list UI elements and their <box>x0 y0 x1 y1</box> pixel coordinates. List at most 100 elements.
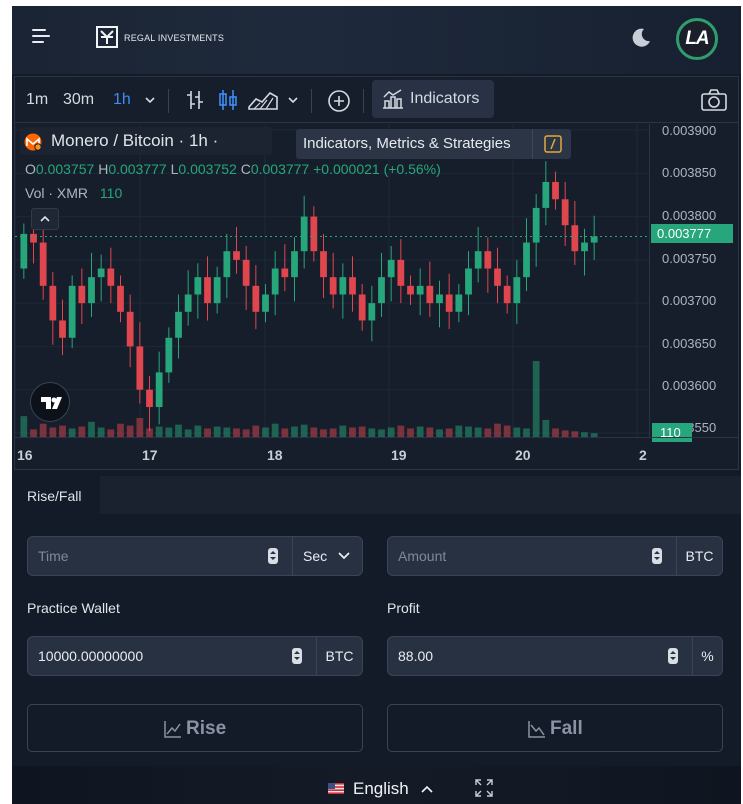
collapse-legend-button[interactable] <box>31 208 59 230</box>
candle-body <box>445 294 453 312</box>
time-tick: 2 <box>639 447 647 463</box>
interval-1m[interactable]: 1m <box>26 91 48 109</box>
candle-body <box>513 277 521 304</box>
volume-bar <box>68 428 76 437</box>
candle-body <box>561 199 569 226</box>
volume-bar <box>455 425 463 437</box>
wallet-field[interactable]: 10000.00000000 BTC <box>27 636 363 676</box>
tab-rise-fall[interactable]: Rise/Fall <box>12 476 100 514</box>
language-label: English <box>353 779 409 798</box>
volume-bar <box>426 427 434 437</box>
candle-body <box>397 259 405 286</box>
candle-body <box>523 242 530 278</box>
fullscreen-expand-icon[interactable] <box>474 778 494 798</box>
profit-stepper-icon[interactable] <box>668 648 678 664</box>
price-tick: 0.003900 <box>662 123 717 138</box>
candle-body <box>426 285 434 304</box>
wallet-currency: BTC <box>316 637 362 675</box>
chart-type-dropdown-chevron-icon[interactable] <box>287 95 299 105</box>
time-axis[interactable]: 16 17 18 19 20 2 <box>15 437 738 469</box>
symbol-title[interactable]: Monero / Bitcoin · 1h · <box>51 131 218 151</box>
candles-chart-type-icon[interactable] <box>218 88 238 112</box>
user-avatar[interactable]: LA <box>676 18 718 60</box>
trade-tabbar: Rise/Fall <box>12 476 741 514</box>
candle-body <box>194 277 202 295</box>
wallet-input[interactable]: 10000.00000000 <box>38 648 143 664</box>
chevron-up-icon <box>40 215 50 222</box>
interval-dropdown-chevron-icon[interactable] <box>144 95 156 105</box>
tradingview-logo-button[interactable] <box>30 382 70 422</box>
toolbar-divider <box>363 89 364 113</box>
camera-screenshot-icon[interactable] <box>701 89 727 111</box>
profit-input[interactable]: 88.00 <box>398 648 433 664</box>
menu-icon[interactable] <box>32 28 50 44</box>
candle-body <box>339 277 347 295</box>
candle-body <box>358 294 366 321</box>
amount-input[interactable]: Amount <box>398 548 446 564</box>
candle-body <box>581 242 588 252</box>
wallet-stepper-icon[interactable] <box>292 648 302 664</box>
brand-name: REGAL INVESTMENTS <box>124 33 225 43</box>
tooltip-text: Indicators, Metrics & Strategies <box>303 135 511 152</box>
volume-bar <box>349 427 356 437</box>
rise-button[interactable]: Rise <box>27 704 363 752</box>
volume-bar <box>223 427 231 437</box>
volume-bar <box>107 429 115 437</box>
time-tick: 17 <box>142 447 158 463</box>
price-tick: 0.003600 <box>662 378 717 393</box>
volume-bar <box>184 429 192 437</box>
candle-body <box>233 251 240 260</box>
time-field[interactable]: Time Sec <box>27 536 363 576</box>
volume-bar <box>532 361 540 437</box>
toolbar-divider <box>311 89 312 113</box>
footer-bar: English <box>12 766 741 804</box>
volume-bar <box>146 428 153 437</box>
profit-label: Profit <box>387 600 420 616</box>
time-unit-select[interactable]: Sec <box>292 537 362 575</box>
price-scale[interactable]: 0.003900 0.003850 0.003800 0.003750 0.00… <box>649 123 738 437</box>
compare-add-symbol-icon[interactable] <box>327 89 351 113</box>
volume-bar <box>484 428 492 437</box>
volume-bar <box>320 429 327 437</box>
candle-body <box>436 294 443 304</box>
volume-label: Vol · XMR <box>25 185 89 201</box>
time-tick: 16 <box>17 447 33 463</box>
bar-chart-type-icon[interactable] <box>185 88 205 112</box>
candle-body <box>387 259 395 278</box>
indicators-tooltip: Indicators, Metrics & Strategies <box>296 129 571 159</box>
volume-bar <box>513 427 521 437</box>
time-input[interactable]: Time <box>38 548 69 564</box>
volume-value: 110 <box>99 185 123 201</box>
candle-body <box>291 251 298 278</box>
us-flag-icon <box>328 783 344 794</box>
volume-bar <box>503 425 511 437</box>
candle-body <box>88 277 95 304</box>
ohlc-values: O0.003757 H0.003777 L0.003752 C0.003777 … <box>25 161 441 177</box>
candle-body <box>68 285 76 338</box>
volume-bar <box>59 425 66 437</box>
indicators-button[interactable]: Indicators <box>372 80 494 118</box>
volume-bar <box>281 428 289 437</box>
volume-bar <box>97 427 105 437</box>
dark-mode-moon-icon[interactable] <box>630 26 652 48</box>
price-tick: 0.003850 <box>662 165 717 180</box>
language-selector[interactable]: English <box>353 779 434 799</box>
profit-field[interactable]: 88.00 % <box>387 636 723 676</box>
interval-1h[interactable]: 1h <box>113 91 131 109</box>
area-chart-type-icon[interactable] <box>248 89 278 111</box>
volume-bar <box>39 423 47 437</box>
price-tick: 0.003750 <box>662 251 717 266</box>
interval-30m[interactable]: 30m <box>63 91 94 109</box>
chevron-down-icon <box>338 552 350 560</box>
volume-bar <box>165 427 173 437</box>
candle-body <box>204 277 211 304</box>
candle-body <box>262 294 269 312</box>
amount-field[interactable]: Amount BTC <box>387 536 723 576</box>
fall-label: Fall <box>550 718 583 739</box>
amount-stepper-icon[interactable] <box>652 548 662 564</box>
low-value: 0.003752 <box>178 161 237 177</box>
time-stepper-icon[interactable] <box>268 548 278 564</box>
volume-bar <box>310 427 318 437</box>
candle-body <box>49 285 57 321</box>
fall-button[interactable]: Fall <box>387 704 723 752</box>
